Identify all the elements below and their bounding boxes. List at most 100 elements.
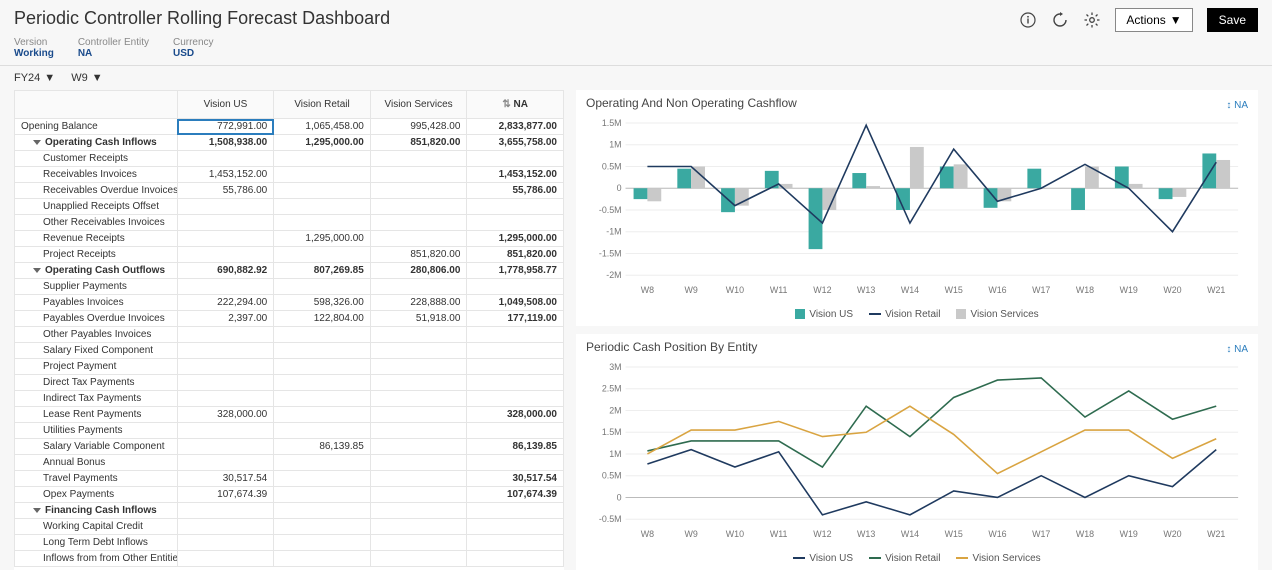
cell[interactable]: 2,833,877.00: [467, 119, 564, 135]
table-row[interactable]: Other Receivables Invoices: [15, 215, 564, 231]
cell[interactable]: [177, 359, 274, 375]
col-header[interactable]: Vision Retail: [274, 91, 371, 119]
table-row[interactable]: Indirect Tax Payments: [15, 391, 564, 407]
cell[interactable]: 122,804.00: [274, 311, 371, 327]
cell[interactable]: [370, 391, 467, 407]
expand-icon[interactable]: [33, 508, 41, 513]
cell[interactable]: 851,820.00: [370, 135, 467, 151]
cell[interactable]: [274, 535, 371, 551]
cell[interactable]: [274, 247, 371, 263]
info-icon[interactable]: [1019, 11, 1037, 29]
cell[interactable]: [177, 215, 274, 231]
cell[interactable]: [177, 423, 274, 439]
cell[interactable]: [177, 151, 274, 167]
cell[interactable]: [274, 359, 371, 375]
save-button[interactable]: Save: [1207, 8, 1258, 32]
table-row[interactable]: Unapplied Receipts Offset: [15, 199, 564, 215]
cell[interactable]: [467, 359, 564, 375]
cell[interactable]: [467, 199, 564, 215]
cell[interactable]: [274, 327, 371, 343]
table-row[interactable]: Travel Payments30,517.5430,517.54: [15, 471, 564, 487]
table-row[interactable]: Other Payables Invoices: [15, 327, 564, 343]
cell[interactable]: [370, 151, 467, 167]
cell[interactable]: 55,786.00: [177, 183, 274, 199]
cell[interactable]: [467, 343, 564, 359]
col-header[interactable]: ⇅ NA: [467, 91, 564, 119]
table-row[interactable]: Financing Cash Inflows: [15, 503, 564, 519]
cell[interactable]: [177, 391, 274, 407]
cell[interactable]: [274, 551, 371, 567]
cell[interactable]: [177, 551, 274, 567]
table-row[interactable]: Project Receipts851,820.00851,820.00: [15, 247, 564, 263]
cell[interactable]: [467, 535, 564, 551]
cell[interactable]: [370, 231, 467, 247]
cell[interactable]: [370, 471, 467, 487]
expand-icon[interactable]: [33, 268, 41, 273]
cell[interactable]: [177, 279, 274, 295]
cell[interactable]: [370, 551, 467, 567]
table-row[interactable]: Working Capital Credit: [15, 519, 564, 535]
table-row[interactable]: Utilities Payments: [15, 423, 564, 439]
cell[interactable]: [274, 471, 371, 487]
cell[interactable]: [370, 167, 467, 183]
table-row[interactable]: Project Payment: [15, 359, 564, 375]
cell[interactable]: [467, 215, 564, 231]
cell[interactable]: 851,820.00: [467, 247, 564, 263]
cell[interactable]: [274, 455, 371, 471]
cell[interactable]: [177, 247, 274, 263]
cell[interactable]: 3,655,758.00: [467, 135, 564, 151]
cell[interactable]: 598,326.00: [274, 295, 371, 311]
cell[interactable]: [177, 343, 274, 359]
table-row[interactable]: Payables Invoices222,294.00598,326.00228…: [15, 295, 564, 311]
gear-icon[interactable]: [1083, 11, 1101, 29]
cell[interactable]: [274, 151, 371, 167]
cell[interactable]: [467, 551, 564, 567]
table-row[interactable]: Inflows from from Other Entities: [15, 551, 564, 567]
cell[interactable]: 690,882.92: [177, 263, 274, 279]
chart1-link[interactable]: ↕ NA: [1226, 100, 1248, 111]
cell[interactable]: [467, 455, 564, 471]
cell[interactable]: 1,295,000.00: [467, 231, 564, 247]
cell[interactable]: [467, 519, 564, 535]
cell[interactable]: [370, 327, 467, 343]
chart2-link[interactable]: ↕ NA: [1226, 344, 1248, 355]
cell[interactable]: [370, 535, 467, 551]
cell[interactable]: 1,065,458.00: [274, 119, 371, 135]
cell[interactable]: [370, 359, 467, 375]
cell[interactable]: [370, 519, 467, 535]
cell[interactable]: [274, 503, 371, 519]
pov-currency[interactable]: CurrencyUSD: [173, 37, 214, 59]
cell[interactable]: [274, 215, 371, 231]
cell[interactable]: [467, 391, 564, 407]
table-row[interactable]: Receivables Overdue Invoices55,786.0055,…: [15, 183, 564, 199]
cell[interactable]: [467, 327, 564, 343]
cell[interactable]: [467, 279, 564, 295]
cell[interactable]: [177, 535, 274, 551]
table-row[interactable]: Customer Receipts: [15, 151, 564, 167]
cell[interactable]: 86,139.85: [274, 439, 371, 455]
cell[interactable]: 107,674.39: [467, 487, 564, 503]
cell[interactable]: [177, 439, 274, 455]
cell[interactable]: [177, 231, 274, 247]
cell[interactable]: 86,139.85: [467, 439, 564, 455]
cell[interactable]: [274, 487, 371, 503]
table-row[interactable]: Opex Payments107,674.39107,674.39: [15, 487, 564, 503]
table-row[interactable]: Salary Fixed Component: [15, 343, 564, 359]
cell[interactable]: 1,295,000.00: [274, 135, 371, 151]
table-row[interactable]: Receivables Invoices1,453,152.001,453,15…: [15, 167, 564, 183]
cell[interactable]: 177,119.00: [467, 311, 564, 327]
pov-controller-entity[interactable]: Controller EntityNA: [78, 37, 149, 59]
cell[interactable]: 1,049,508.00: [467, 295, 564, 311]
cell[interactable]: [370, 455, 467, 471]
refresh-icon[interactable]: [1051, 11, 1069, 29]
cell[interactable]: 30,517.54: [467, 471, 564, 487]
cell[interactable]: [370, 199, 467, 215]
cell[interactable]: [274, 343, 371, 359]
cell[interactable]: [370, 439, 467, 455]
cell[interactable]: [274, 407, 371, 423]
cell[interactable]: [177, 503, 274, 519]
cell[interactable]: [467, 503, 564, 519]
cell[interactable]: [177, 455, 274, 471]
cell[interactable]: 107,674.39: [177, 487, 274, 503]
table-row[interactable]: Salary Variable Component86,139.8586,139…: [15, 439, 564, 455]
